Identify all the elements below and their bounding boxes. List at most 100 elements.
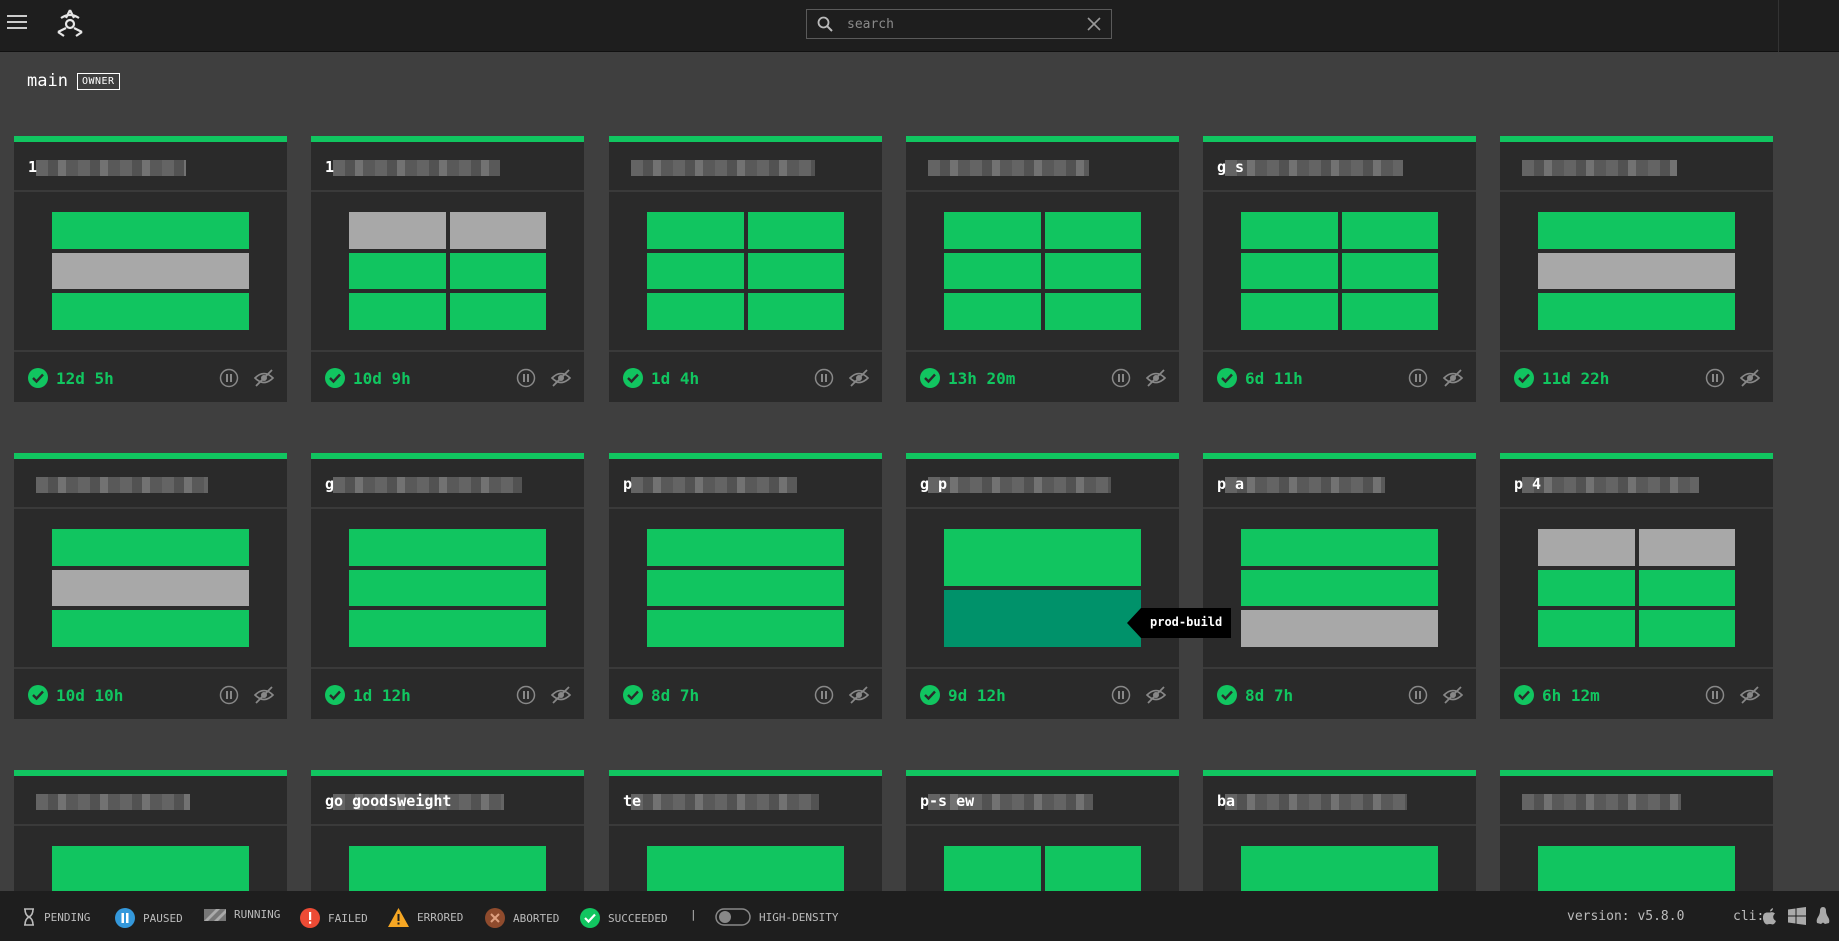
job-box-succeeded[interactable] (1638, 569, 1735, 607)
pause-icon[interactable] (1705, 368, 1725, 388)
pipeline-preview[interactable] (609, 509, 882, 669)
eye-slash-icon[interactable] (848, 685, 870, 705)
pause-icon[interactable] (1111, 685, 1131, 705)
job-box-paused[interactable] (349, 212, 446, 249)
pipeline-name-text[interactable]: 1 (28, 158, 37, 176)
job-box-succeeded[interactable] (1241, 569, 1438, 607)
pause-icon[interactable] (1408, 685, 1428, 705)
team-name[interactable]: main (27, 71, 68, 91)
job-box-succeeded[interactable] (944, 529, 1141, 586)
pipeline-name[interactable]: ba (1203, 776, 1476, 826)
job-box-succeeded[interactable] (349, 529, 546, 566)
pipeline-preview[interactable] (1500, 509, 1773, 669)
job-box-succeeded[interactable] (647, 610, 844, 647)
job-box-succeeded[interactable] (1341, 212, 1438, 249)
high-density-toggle[interactable]: HIGH-DENSITY (715, 908, 838, 926)
pause-icon[interactable] (219, 368, 239, 388)
job-box-paused[interactable] (1538, 529, 1635, 566)
job-box-succeeded[interactable] (449, 252, 546, 290)
job-box-succeeded[interactable] (1341, 252, 1438, 290)
job-box-succeeded[interactable] (52, 212, 249, 249)
pipeline-preview[interactable] (311, 509, 584, 669)
eye-slash-icon[interactable] (1739, 685, 1761, 705)
job-box-succeeded[interactable] (747, 252, 844, 290)
pipeline-preview[interactable] (906, 509, 1179, 669)
job-box-paused[interactable] (52, 569, 249, 607)
job-box-succeeded[interactable] (52, 529, 249, 566)
job-box-succeeded[interactable] (349, 252, 446, 290)
pipeline-preview[interactable] (1500, 192, 1773, 352)
pipeline-preview[interactable] (14, 509, 287, 669)
pipeline-preview[interactable] (14, 192, 287, 352)
pipeline-preview[interactable] (1203, 509, 1476, 669)
eye-slash-icon[interactable] (1145, 368, 1167, 388)
pipeline-card[interactable]: p a 8d 7h (1203, 453, 1476, 719)
pipeline-name-text[interactable]: g s (1217, 158, 1244, 176)
job-box-succeeded[interactable] (647, 252, 744, 290)
job-box-succeeded[interactable] (1044, 212, 1141, 249)
eye-slash-icon[interactable] (1145, 685, 1167, 705)
job-box-succeeded[interactable] (1538, 569, 1635, 607)
pipeline-name[interactable]: p-s ew (906, 776, 1179, 826)
toggle-off-icon[interactable] (715, 908, 751, 926)
job-box-succeeded[interactable] (1241, 293, 1338, 330)
pipeline-name-text[interactable]: 1 (325, 158, 334, 176)
job-box-succeeded[interactable] (52, 293, 249, 330)
pipeline-name[interactable]: p (609, 459, 882, 509)
eye-slash-icon[interactable] (253, 685, 275, 705)
pipeline-preview[interactable] (906, 192, 1179, 352)
job-box-succeeded[interactable] (1241, 212, 1338, 249)
job-box-succeeded[interactable] (647, 293, 744, 330)
job-box-succeeded[interactable] (449, 293, 546, 330)
pipeline-name-text[interactable]: p 4 (1514, 475, 1541, 493)
pipeline-name[interactable]: g p (906, 459, 1179, 509)
pipeline-name[interactable]: g s (1203, 142, 1476, 192)
pause-icon[interactable] (516, 685, 536, 705)
pipeline-card[interactable]: 13h 20m (906, 136, 1179, 402)
job-box-paused[interactable] (1241, 610, 1438, 647)
pipeline-name-text[interactable]: p (623, 475, 632, 493)
high-density-label[interactable]: HIGH-DENSITY (759, 911, 838, 924)
pipeline-card[interactable]: 1d 4h (609, 136, 882, 402)
pipeline-name-text[interactable]: ba (1217, 792, 1235, 810)
pipeline-card[interactable]: g s 6d 11h (1203, 136, 1476, 402)
clear-icon[interactable] (1085, 15, 1103, 33)
pipeline-name[interactable]: 1 (311, 142, 584, 192)
job-box-succeeded[interactable] (1241, 529, 1438, 566)
pipeline-card[interactable]: g 1d 12h (311, 453, 584, 719)
job-box-succeeded[interactable] (349, 610, 546, 647)
job-box-succeeded[interactable] (349, 569, 546, 607)
job-box-succeeded[interactable] (747, 212, 844, 249)
pipeline-name[interactable] (609, 142, 882, 192)
menu-icon[interactable] (7, 15, 27, 33)
apple-icon[interactable] (1762, 907, 1778, 925)
pipeline-preview[interactable] (609, 192, 882, 352)
pipeline-name-text[interactable]: go goodsweight (325, 792, 451, 810)
pipeline-name[interactable]: g (311, 459, 584, 509)
pipeline-name[interactable] (1500, 142, 1773, 192)
eye-slash-icon[interactable] (253, 368, 275, 388)
job-box-succeeded[interactable] (1538, 293, 1735, 330)
eye-slash-icon[interactable] (1442, 368, 1464, 388)
pipeline-name-text[interactable]: te (623, 792, 641, 810)
pipeline-name[interactable]: p a (1203, 459, 1476, 509)
job-box-succeeded[interactable] (1538, 610, 1635, 647)
job-box-succeeded[interactable] (944, 252, 1041, 290)
pipeline-name-text[interactable]: p a (1217, 475, 1244, 493)
job-box-succeeded[interactable] (1044, 252, 1141, 290)
concourse-logo[interactable] (52, 6, 88, 42)
pipeline-name[interactable]: 1 (14, 142, 287, 192)
job-box-succeeded[interactable] (944, 590, 1141, 647)
job-box-succeeded[interactable] (1638, 610, 1735, 647)
pipeline-name[interactable] (14, 459, 287, 509)
eye-slash-icon[interactable] (1442, 685, 1464, 705)
pipeline-name[interactable]: p 4 (1500, 459, 1773, 509)
job-box-succeeded[interactable] (1044, 293, 1141, 330)
pause-icon[interactable] (1705, 685, 1725, 705)
pipeline-card[interactable]: 1 10d 9h (311, 136, 584, 402)
pipeline-card[interactable]: p 4 6h 12m (1500, 453, 1773, 719)
eye-slash-icon[interactable] (848, 368, 870, 388)
job-box-paused[interactable] (52, 252, 249, 290)
pause-icon[interactable] (1111, 368, 1131, 388)
linux-icon[interactable] (1815, 907, 1831, 925)
